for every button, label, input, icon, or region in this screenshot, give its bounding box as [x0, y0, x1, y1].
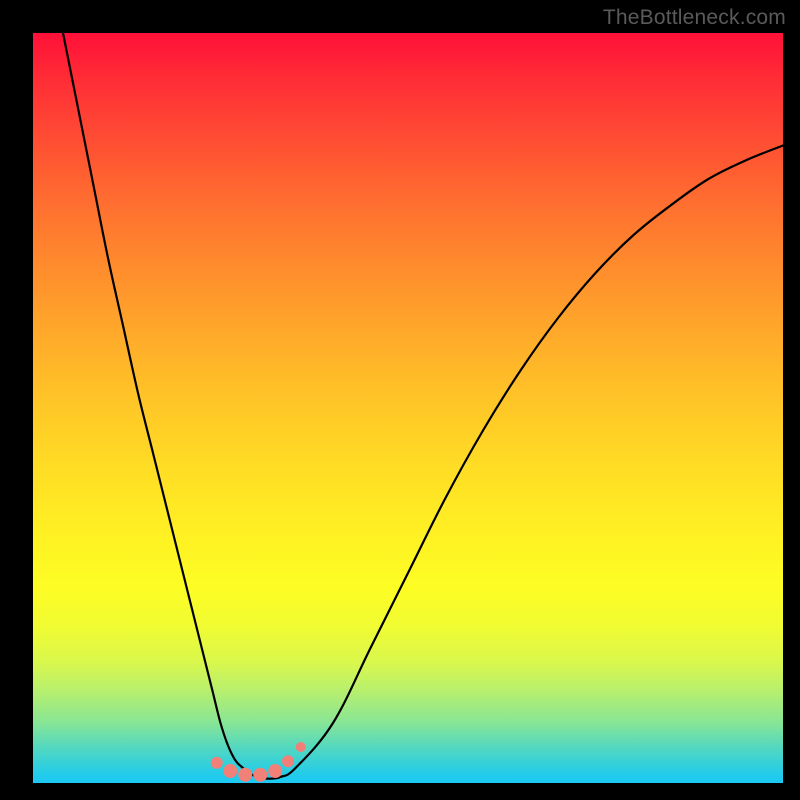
marker-dot [296, 742, 306, 752]
plot-area [33, 33, 783, 783]
marker-dot [238, 768, 252, 782]
marker-dot [282, 755, 294, 767]
curve-layer [33, 33, 783, 783]
marker-dot [253, 768, 267, 782]
marker-dot [223, 764, 237, 778]
watermark-text: TheBottleneck.com [603, 6, 786, 30]
chart-container: TheBottleneck.com [0, 0, 800, 800]
marker-dot [268, 764, 282, 778]
curve-markers [211, 742, 306, 782]
bottleneck-curve [63, 33, 783, 779]
marker-dot [211, 757, 223, 769]
